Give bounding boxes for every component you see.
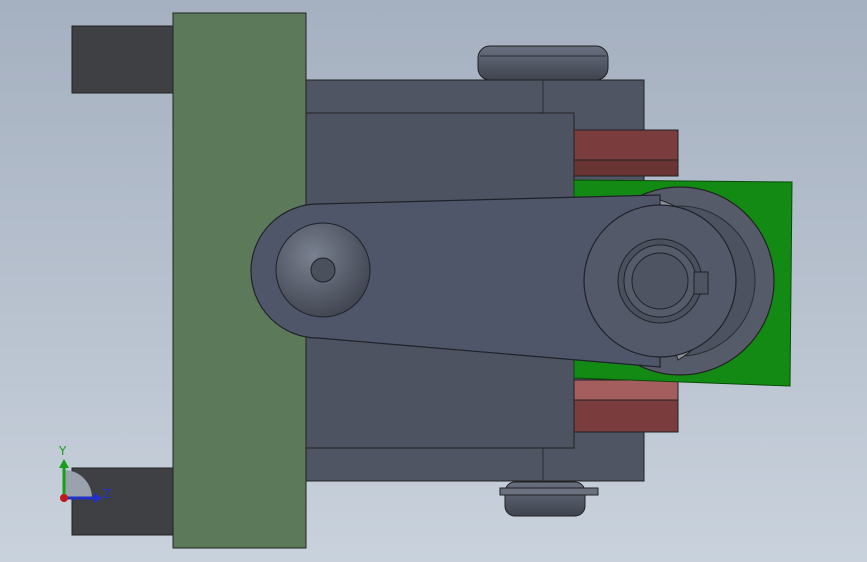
y-axis-label: Y	[58, 444, 67, 458]
3d-viewport[interactable]: Y Z	[0, 0, 867, 562]
bottom-left-block[interactable]	[71, 467, 175, 536]
lower-brick-pad[interactable]	[573, 379, 679, 401]
model-drawing[interactable]: Y Z	[0, 0, 867, 562]
bottom-washer[interactable]	[499, 487, 599, 496]
top-cap[interactable]	[477, 45, 609, 81]
z-axis-label: Z	[103, 487, 111, 501]
upper-brick-pad[interactable]	[573, 129, 679, 163]
origin-dot	[60, 494, 68, 502]
y-axis-arrow	[59, 459, 69, 468]
pivot-hole[interactable]	[310, 257, 336, 283]
top-left-block[interactable]	[71, 25, 175, 94]
axle-key[interactable]	[693, 271, 709, 295]
bottom-cap[interactable]	[504, 481, 586, 517]
